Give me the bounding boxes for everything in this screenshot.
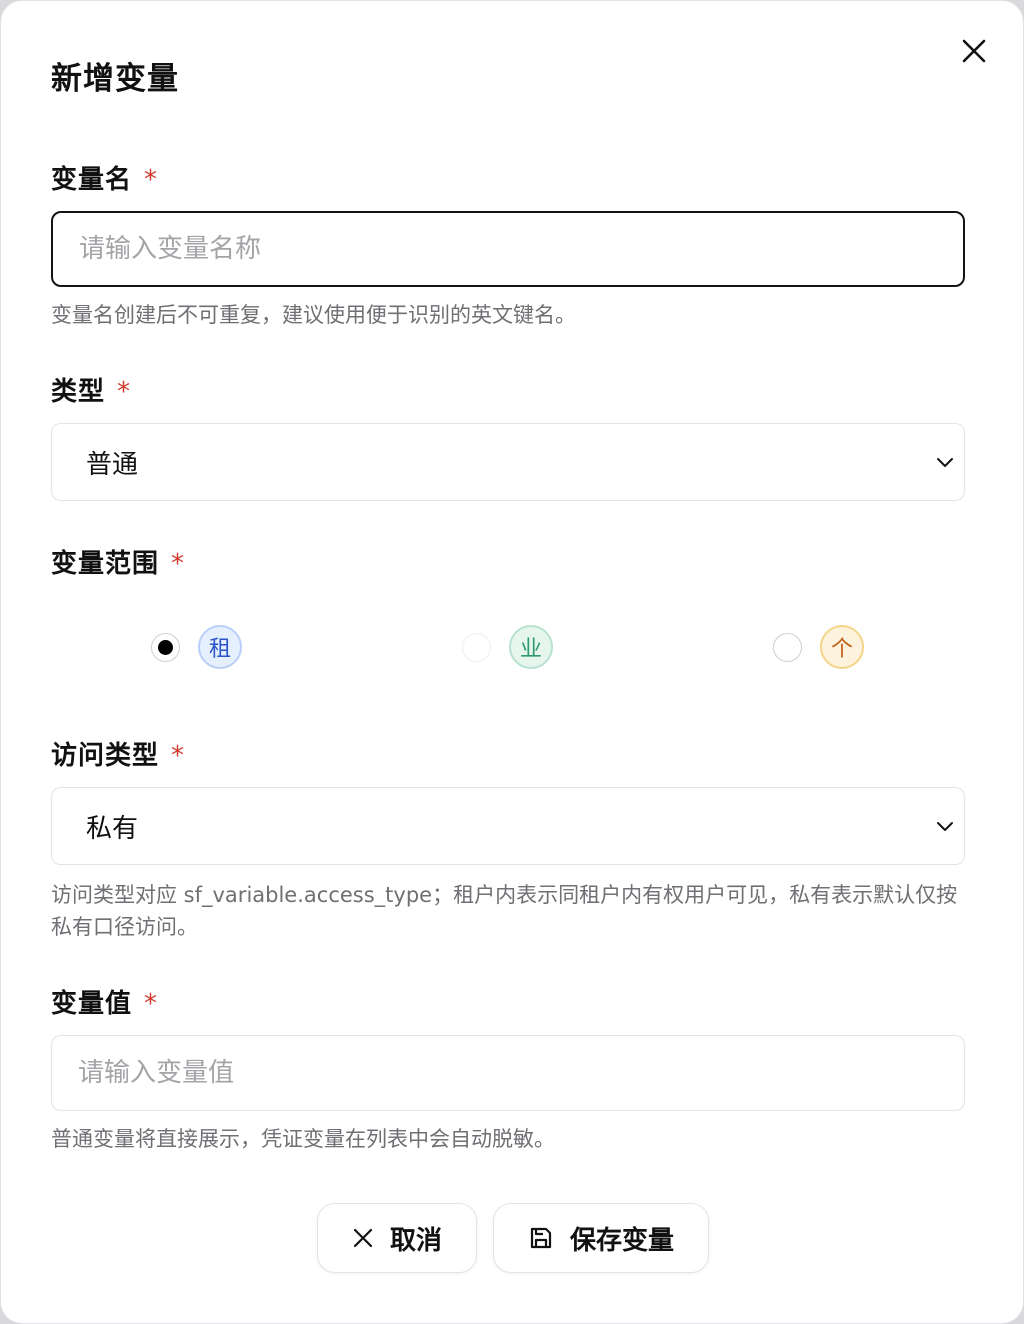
add-variable-dialog: 新增变量 变量名* 变量名创建后不可重复，建议使用便于识别的英文键名。 类型* … <box>0 0 1024 1324</box>
required-mark: * <box>117 377 132 407</box>
personal-badge: 个 <box>820 625 864 669</box>
required-mark: * <box>144 989 159 1019</box>
business-badge: 业 <box>509 625 553 669</box>
chevron-down-icon <box>937 822 953 831</box>
scope-option-business[interactable]: 业 <box>462 625 553 669</box>
access-select[interactable]: 私有 <box>51 787 965 865</box>
scope-label: 变量范围 * <box>51 543 185 580</box>
variable-value-input[interactable] <box>51 1035 965 1111</box>
scope-radio-group: 租 业 个 <box>1 621 1023 673</box>
chevron-down-icon <box>937 458 953 467</box>
required-mark: * <box>144 165 159 195</box>
access-hint: 访问类型对应 sf_variable.access_type；租户内表示同租户内… <box>51 883 958 939</box>
access-select-value: 私有 <box>86 813 139 844</box>
value-label-text: 变量值 <box>51 989 133 1019</box>
access-label-text: 访问类型 <box>51 741 160 771</box>
required-mark: * <box>171 741 186 771</box>
variable-name-input[interactable] <box>51 211 965 287</box>
scope-radio-personal[interactable] <box>773 632 802 662</box>
save-variable-button[interactable]: 保存变量 <box>493 1203 709 1273</box>
name-hint: 变量名创建后不可重复，建议使用便于识别的英文键名。 <box>51 303 576 327</box>
access-label: 访问类型 * <box>51 735 185 772</box>
cancel-button[interactable]: 取消 <box>317 1203 477 1273</box>
value-hint: 普通变量将直接展示，凭证变量在列表中会自动脱敏。 <box>51 1127 555 1151</box>
value-label: 变量值 * <box>51 983 158 1020</box>
type-select[interactable]: 普通 <box>51 423 965 501</box>
scope-option-tenant[interactable]: 租 <box>151 625 242 669</box>
close-icon <box>962 39 986 63</box>
tenant-badge: 租 <box>198 625 242 669</box>
scope-label-text: 变量范围 <box>51 549 160 579</box>
x-icon <box>353 1228 373 1248</box>
scope-radio-business[interactable] <box>462 632 491 662</box>
dialog-title: 新增变量 <box>51 61 179 97</box>
save-label: 保存变量 <box>569 1225 674 1256</box>
required-mark: * <box>171 549 186 579</box>
scope-option-personal[interactable]: 个 <box>773 625 864 669</box>
type-select-value: 普通 <box>86 449 139 480</box>
radio-dot <box>158 639 173 655</box>
type-label: 类型 * <box>51 371 131 408</box>
name-label: 变量名 * <box>51 159 158 196</box>
cancel-label: 取消 <box>389 1225 442 1256</box>
close-button[interactable] <box>956 33 992 69</box>
scope-radio-tenant[interactable] <box>151 632 180 662</box>
name-label-text: 变量名 <box>51 165 133 195</box>
save-icon <box>530 1227 552 1249</box>
type-label-text: 类型 <box>51 377 106 407</box>
